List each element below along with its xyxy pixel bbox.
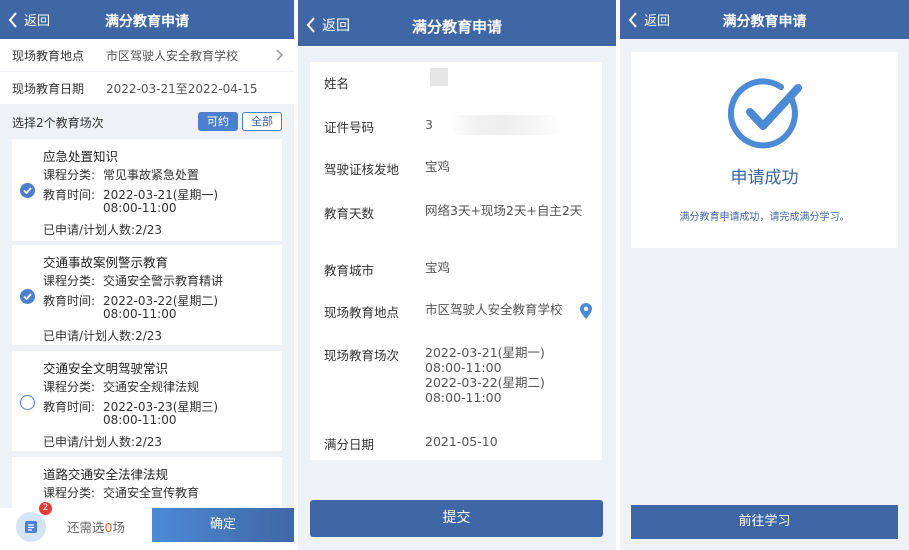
application-detail-screen: 返回 满分教育申请 姓名 证件号码 3 驾驶证核发地 宝鸡 教育天数 网络3天+… — [298, 0, 616, 550]
filter-all-button[interactable]: 全部 — [242, 112, 282, 131]
session-title: 交通安全文明驾驶常识 — [43, 361, 169, 376]
chevron-right-icon — [276, 49, 284, 61]
course-type-line: 课程分类: 交通安全宣传教育 — [43, 486, 200, 500]
date-value: 2022-03-21至2022-04-15 — [106, 81, 258, 96]
go-study-button[interactable]: 前往学习 — [631, 505, 898, 539]
session-time: 08:00-11:00 — [103, 201, 177, 215]
success-message: 满分教育申请成功，请完成满分学习。 — [679, 212, 850, 223]
session-title: 交通事故案例警示教育 — [43, 255, 169, 270]
course-type-line: 课程分类: 常见事故紧急处置 — [43, 168, 200, 182]
session-select-screen: 返回 满分教育申请 现场教育地点 市区驾驶人安全教育学校 现场教育日期 2022… — [0, 0, 294, 550]
bottom-action-bar: 2 还需选0场 确定 — [0, 502, 294, 550]
check-icon — [23, 293, 32, 301]
success-title: 申请成功 — [730, 168, 799, 188]
submit-button[interactable]: 提交 — [310, 500, 603, 537]
days-row: 教育天数 网络3天+现场2天+自主2天 — [324, 203, 583, 221]
nav-bar: 返回 满分教育申请 — [298, 0, 616, 46]
masked-name — [430, 68, 448, 86]
location-pin-icon[interactable] — [580, 303, 592, 319]
location-value: 市区驾驶人安全教育学校 — [106, 48, 239, 63]
selected-list-button[interactable] — [16, 512, 46, 542]
session-card[interactable]: 交通事故案例警示教育 课程分类: 交通安全警示教育精讲 教育时间: 2022-03-… — [12, 245, 282, 345]
remaining-text: 还需选0场 — [67, 520, 125, 535]
application-info-card: 姓名 证件号码 3 驾驶证核发地 宝鸡 教育天数 网络3天+现场2天+自主2天 … — [310, 62, 602, 460]
session-radio[interactable] — [20, 289, 35, 304]
page-title: 满分教育申请 — [105, 14, 189, 30]
page-title: 满分教育申请 — [722, 14, 807, 30]
count-line: 已申请/计划人数:2/23 — [43, 329, 163, 343]
session-card[interactable]: 应急处置知识 课程分类: 常见事故紧急处置 教育时间: 2022-03-21(星期一… — [12, 139, 282, 241]
session-radio[interactable] — [20, 395, 35, 410]
session-card[interactable]: 交通安全文明驾驶常识 课程分类: 交通安全规律法规 教育时间: 2022-03-23… — [12, 351, 282, 451]
date-label: 现场教育日期 — [12, 81, 85, 96]
check-icon — [23, 187, 32, 195]
count-line: 已申请/计划人数:2/23 — [43, 435, 163, 449]
nav-bar: 返回 满分教育申请 — [0, 0, 294, 39]
session-radio[interactable] — [20, 183, 35, 198]
location-row[interactable]: 现场教育地点 市区驾驶人安全教育学校 — [0, 39, 294, 71]
success-check-icon — [727, 78, 802, 149]
success-screen: 返回 满分教育申请 申请成功 满分教育申请成功，请完成满分学习。 前往学习 — [620, 0, 909, 550]
selected-count-badge: 2 — [39, 502, 52, 515]
confirm-button[interactable]: 确定 — [152, 508, 294, 542]
location-label: 现场教育地点 — [12, 48, 85, 63]
session-time: 08:00-11:00 — [103, 307, 177, 321]
count-line: 已申请/计划人数:2/23 — [43, 223, 163, 237]
page-title: 满分教育申请 — [411, 18, 502, 36]
course-type-line: 课程分类: 交通安全警示教育精讲 — [43, 274, 224, 288]
success-card: 申请成功 满分教育申请成功，请完成满分学习。 — [631, 52, 898, 248]
sessions-row: 现场教育场次 2022-03-21(星期一) 08:00-11:00 2022-… — [324, 345, 545, 405]
session-title: 应急处置知识 — [43, 149, 119, 164]
date-row[interactable]: 现场教育日期 2022-03-21至2022-04-15 — [0, 72, 294, 104]
masked-id — [450, 115, 562, 135]
select-heading: 选择2个教育场次 — [12, 116, 104, 130]
course-type-line: 课程分类: 交通安全规律法规 — [43, 380, 200, 394]
screenshot-stage: 返回 满分教育申请 现场教育地点 市区驾驶人安全教育学校 现场教育日期 2022… — [0, 0, 909, 550]
session-title: 道路交通安全法律法规 — [43, 467, 169, 482]
list-icon — [25, 521, 37, 533]
filter-available-button[interactable]: 可约 — [198, 112, 238, 131]
session-time: 08:00-11:00 — [103, 413, 177, 427]
nav-bar: 返回 满分教育申请 — [620, 0, 909, 39]
